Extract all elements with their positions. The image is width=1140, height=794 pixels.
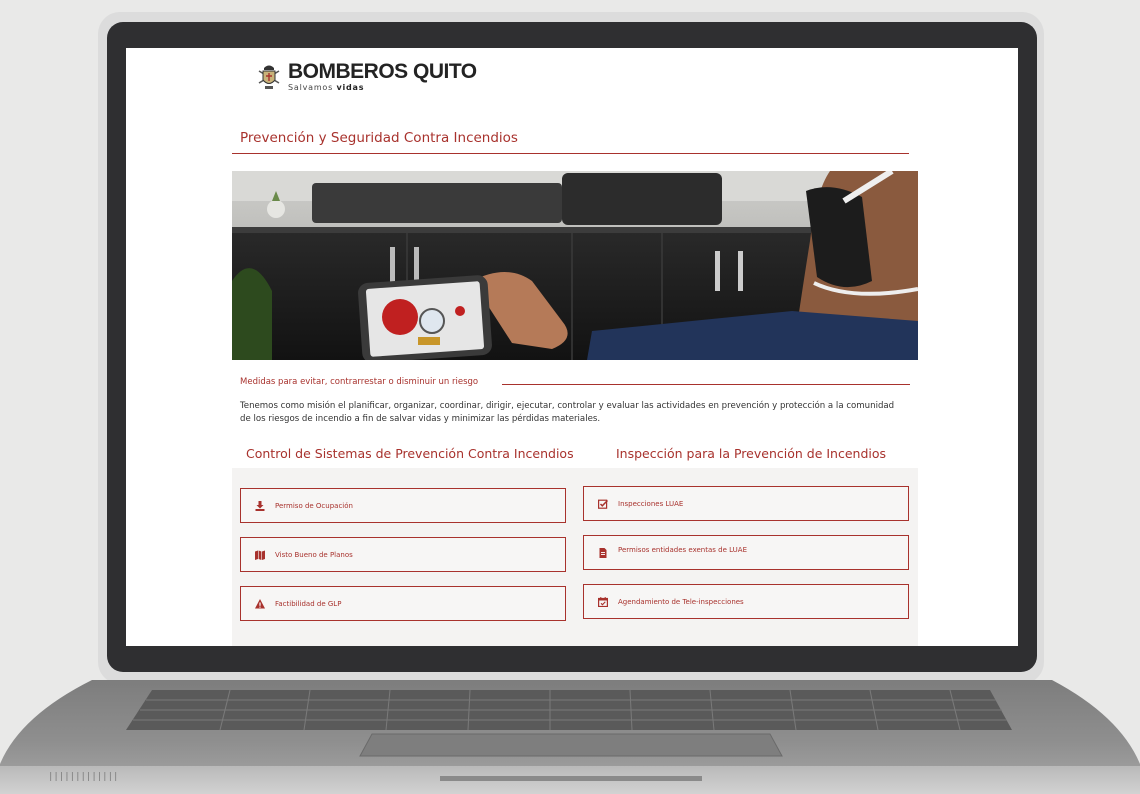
button-label: Factibilidad de GLP: [275, 599, 342, 608]
visto-bueno-planos-button[interactable]: Visto Bueno de Planos: [240, 537, 566, 572]
inspecciones-luae-button[interactable]: Inspecciones LUAE: [583, 486, 909, 521]
fire-department-crest-icon: [258, 65, 280, 89]
download-icon: [255, 500, 265, 511]
laptop-screen: BOMBEROS QUITO Salvamos vidas Prevención…: [126, 48, 1018, 646]
button-label: Permiso de Ocupación: [275, 501, 353, 510]
heading-prevention-systems: Control de Sistemas de Prevención Contra…: [246, 446, 574, 461]
services-panel: Permiso de Ocupación Visto Bueno de Plan…: [232, 468, 918, 646]
laptop-vents: |||||||||||||: [48, 772, 119, 782]
button-label: Inspecciones LUAE: [618, 499, 684, 508]
document-icon: [598, 548, 608, 558]
button-label: Visto Bueno de Planos: [275, 550, 353, 559]
warning-icon: [255, 598, 265, 609]
tagline-bold: vidas: [336, 83, 365, 92]
calendar-check-icon: [598, 596, 608, 607]
permiso-ocupacion-button[interactable]: Permiso de Ocupación: [240, 488, 566, 523]
agendamiento-tele-inspecciones-button[interactable]: Agendamiento de Tele-inspecciones: [583, 584, 909, 619]
button-label: Permisos entidades exentas de LUAE: [618, 546, 748, 554]
subtitle-divider: [502, 384, 910, 385]
section-subtitle: Medidas para evitar, contrarrestar o dis…: [240, 377, 479, 387]
brand-name: BOMBEROS QUITO: [288, 60, 477, 83]
heading-inspection: Inspección para la Prevención de Incendi…: [616, 446, 887, 461]
brand-tagline: Salvamos vidas: [288, 83, 477, 92]
laptop-base: [0, 676, 1140, 794]
factibilidad-glp-button[interactable]: Factibilidad de GLP: [240, 586, 566, 621]
hero-image: [232, 171, 918, 360]
button-label: Agendamiento de Tele-inspecciones: [618, 597, 744, 606]
map-icon: [255, 550, 265, 560]
permisos-entidades-exentas-button[interactable]: Permisos entidades exentas de LUAE: [583, 535, 909, 570]
tagline-light: Salvamos: [288, 83, 334, 92]
mission-paragraph: Tenemos como misión el planificar, organ…: [240, 401, 895, 424]
checkbox-icon: [598, 499, 608, 509]
title-divider: [232, 153, 909, 154]
site-logo[interactable]: BOMBEROS QUITO Salvamos vidas: [256, 60, 477, 92]
page-title: Prevención y Seguridad Contra Incendios: [240, 130, 518, 146]
